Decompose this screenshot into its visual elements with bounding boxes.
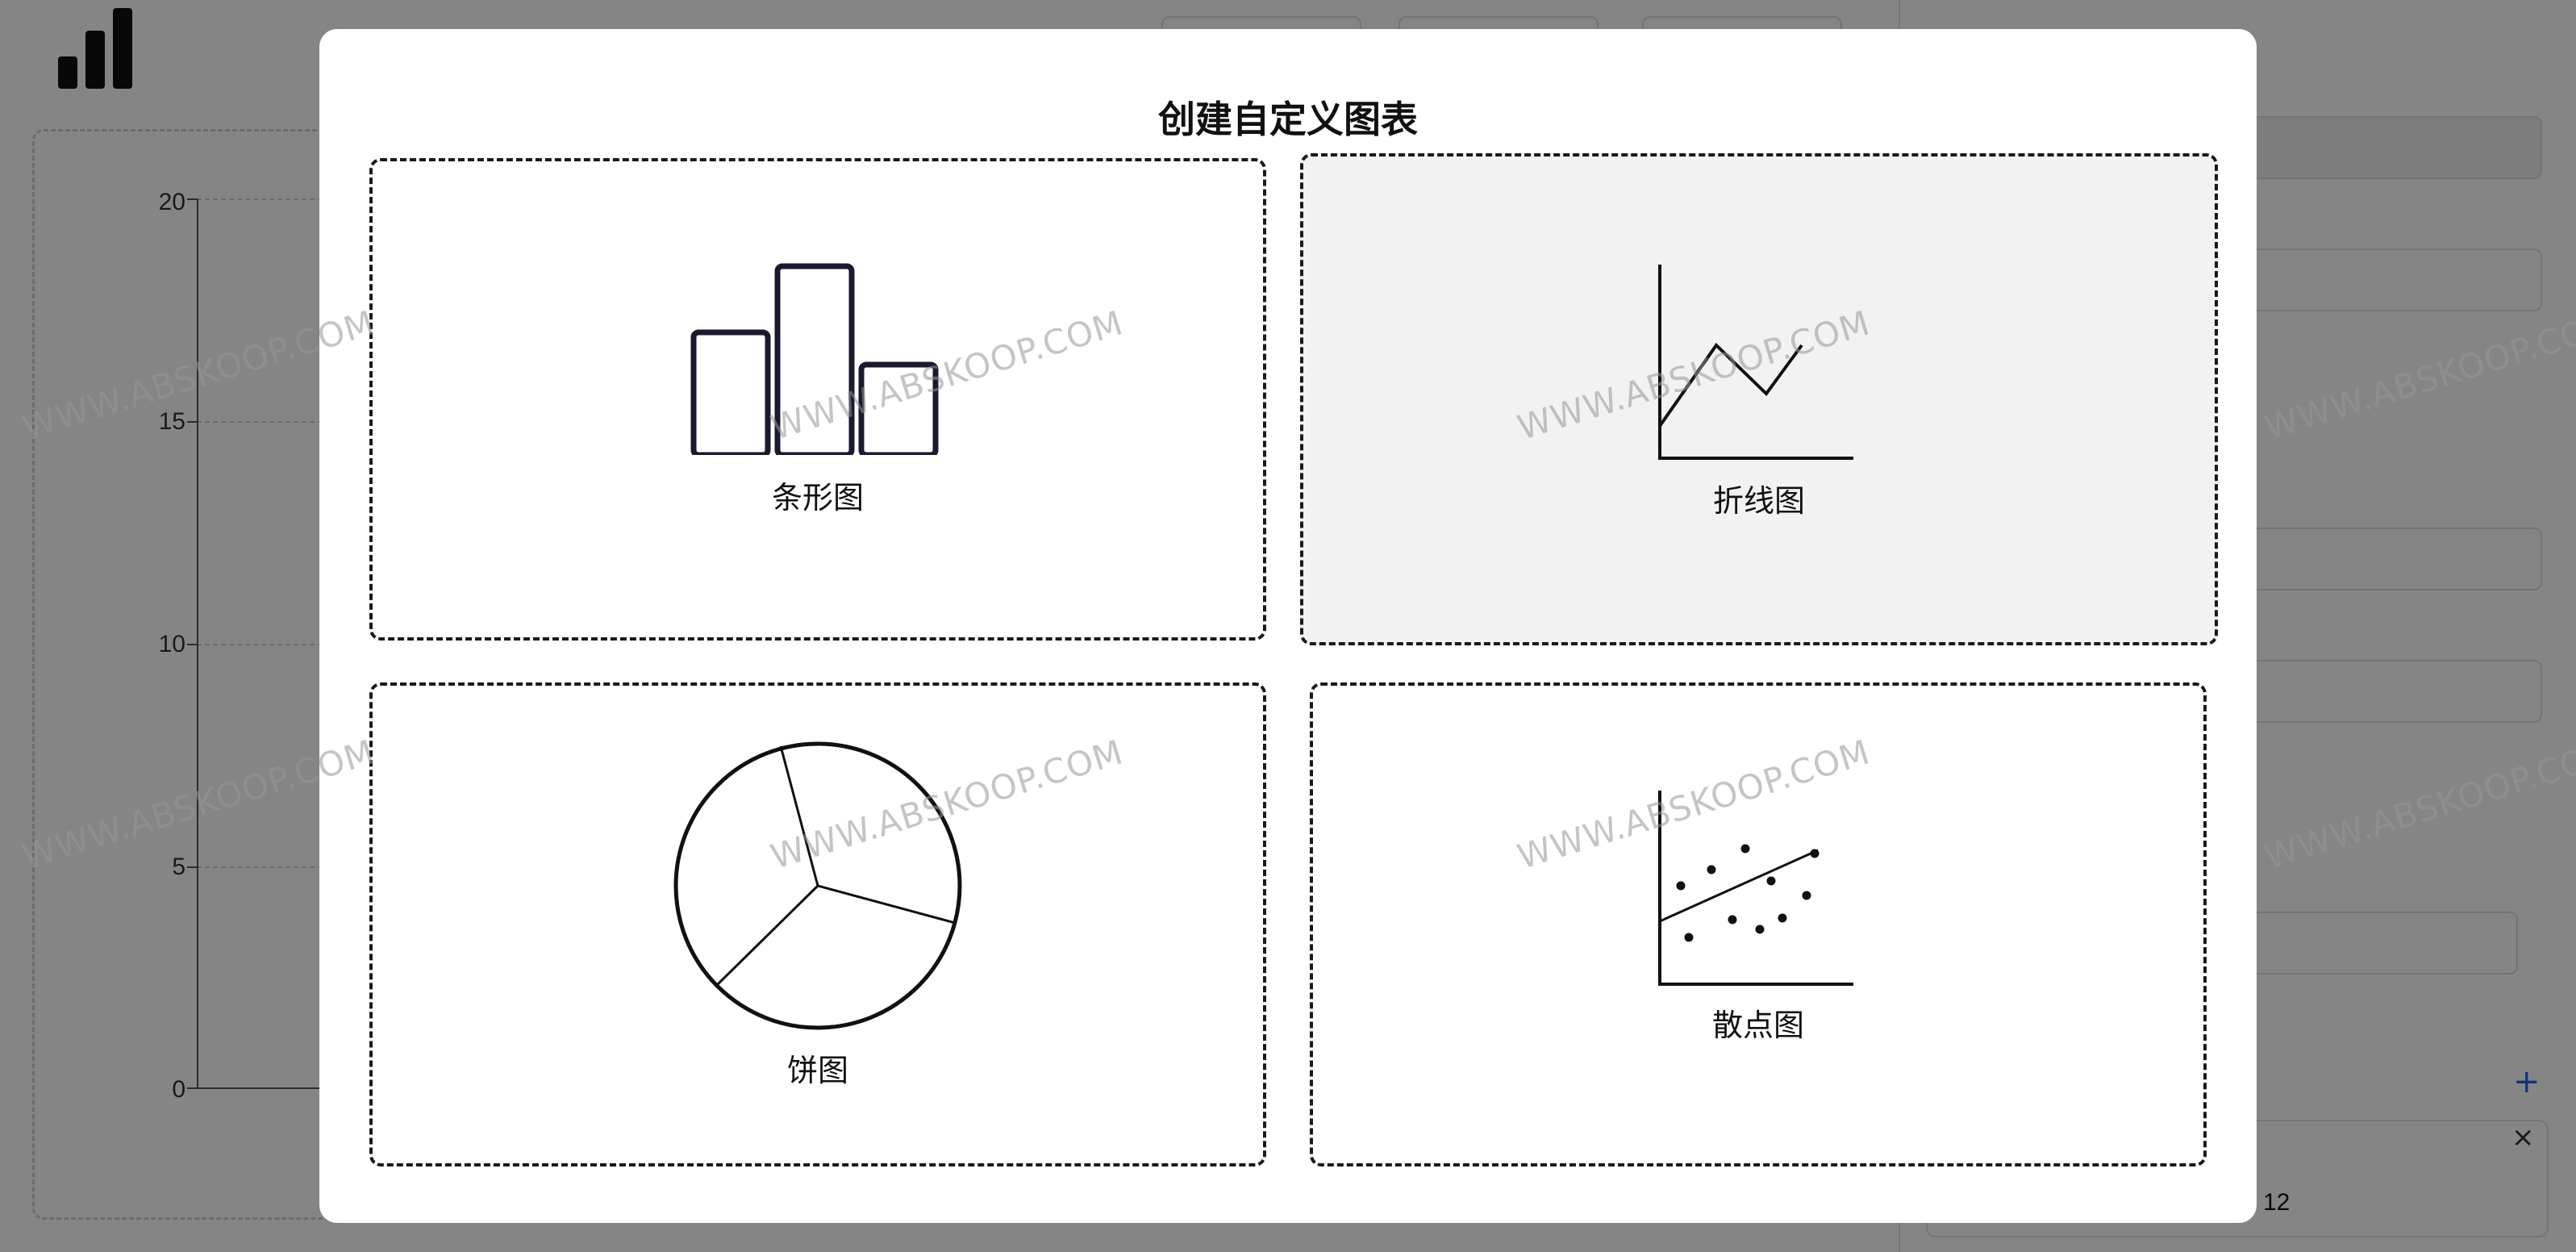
chart-option-line[interactable]: 折线图 [1300, 153, 2218, 645]
create-chart-dialog: 创建自定义图表 条形图 折线图 饼图 散点图 [319, 29, 2257, 1223]
dialog-title: 创建自定义图表 [1158, 98, 1418, 141]
chart-option-label: 饼图 [786, 1053, 848, 1088]
chart-option-label: 折线图 [1712, 483, 1805, 519]
chart-option-label: 条形图 [771, 480, 864, 515]
scatter-chart-icon [1658, 791, 1853, 986]
pie-chart-icon [673, 741, 962, 1030]
chart-option-label: 散点图 [1711, 1008, 1804, 1043]
app-root: 20 15 10 5 0 + × 12 创建自定义图表 条形图 折线图 饼图 散… [0, 0, 2576, 1252]
bar-chart-icon [690, 263, 939, 455]
chart-option-bar[interactable]: 条形图 [369, 158, 1266, 641]
line-chart-icon [1658, 265, 1853, 460]
chart-option-scatter[interactable]: 散点图 [1310, 682, 2207, 1166]
chart-option-pie[interactable]: 饼图 [369, 682, 1266, 1166]
